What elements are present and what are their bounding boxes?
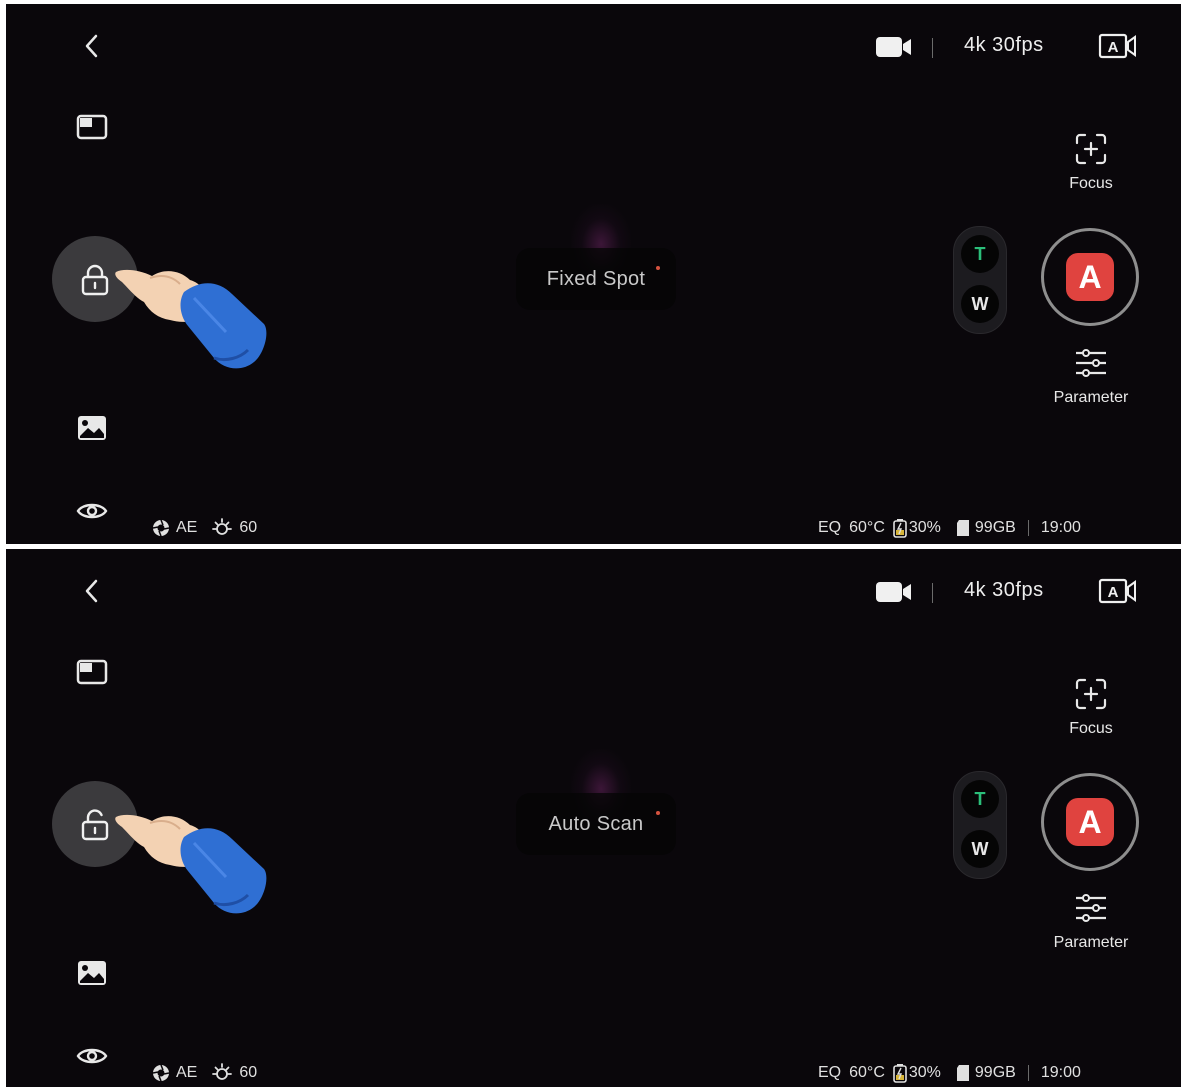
exposure-mode: AE bbox=[176, 519, 198, 536]
auto-video-mode-icon[interactable]: A bbox=[1098, 577, 1138, 605]
focus-button[interactable]: Focus bbox=[1056, 677, 1126, 747]
resolution-label[interactable]: 4k 30fps bbox=[964, 579, 1044, 602]
mode-label: Auto Scan bbox=[548, 812, 644, 835]
auto-video-mode-icon[interactable]: A bbox=[1098, 32, 1138, 60]
resolution-label[interactable]: 4k 30fps bbox=[964, 34, 1044, 57]
brightness-value: 60 bbox=[239, 1064, 258, 1081]
sd-card-icon bbox=[956, 520, 969, 536]
focus-icon bbox=[1075, 133, 1107, 165]
aperture-icon bbox=[152, 1064, 170, 1082]
shutter-button[interactable]: A bbox=[1041, 228, 1139, 326]
parameter-icon bbox=[1076, 349, 1106, 377]
eye-icon[interactable] bbox=[75, 1043, 109, 1069]
status-right: EQ 60°C 30% 99GB 19:00 bbox=[818, 518, 1081, 538]
eq-label: EQ bbox=[818, 1064, 842, 1081]
camera-screen-locked: 4k 30fps A Fixed Spot Focus T W A Parame… bbox=[6, 4, 1181, 544]
layout-icon[interactable] bbox=[76, 659, 108, 687]
lock-icon bbox=[81, 264, 109, 296]
camera-screen-unlocked: 4k 30fps A Auto Scan Focus T W A Paramet… bbox=[6, 549, 1181, 1087]
battery-icon bbox=[893, 1064, 907, 1083]
zoom-control[interactable]: T W bbox=[953, 226, 1007, 334]
eq-label: EQ bbox=[818, 519, 842, 536]
pointing-hand-illustration bbox=[114, 258, 274, 378]
brightness-icon bbox=[212, 518, 233, 535]
top-bar-divider bbox=[932, 583, 933, 603]
clock-time: 19:00 bbox=[1040, 1064, 1081, 1081]
gallery-icon[interactable] bbox=[76, 959, 108, 987]
mode-indicator-dot bbox=[656, 266, 660, 270]
temperature-value: 60°C bbox=[849, 1064, 885, 1081]
shutter-mode-label: A bbox=[1066, 798, 1114, 846]
parameter-icon bbox=[1076, 894, 1106, 922]
focus-icon bbox=[1075, 678, 1107, 710]
back-icon[interactable] bbox=[78, 30, 106, 62]
back-icon[interactable] bbox=[78, 575, 106, 607]
temperature-value: 60°C bbox=[849, 519, 885, 536]
svg-text:A: A bbox=[1108, 39, 1119, 56]
mode-pill[interactable]: Auto Scan bbox=[516, 793, 676, 855]
storage-value: 99GB bbox=[974, 1064, 1016, 1081]
brightness-icon bbox=[212, 1063, 233, 1080]
status-left: AE 60 bbox=[152, 518, 257, 538]
focus-label: Focus bbox=[1069, 720, 1113, 737]
shutter-mode-label: A bbox=[1066, 253, 1114, 301]
status-right: EQ 60°C 30% 99GB 19:00 bbox=[818, 1063, 1081, 1083]
zoom-control[interactable]: T W bbox=[953, 771, 1007, 879]
battery-icon bbox=[893, 519, 907, 538]
parameter-button[interactable]: Parameter bbox=[1036, 348, 1146, 407]
svg-text:A: A bbox=[1108, 584, 1119, 601]
zoom-wide-button[interactable]: W bbox=[961, 830, 999, 868]
status-left: AE 60 bbox=[152, 1063, 257, 1083]
clock-time: 19:00 bbox=[1040, 519, 1081, 536]
focus-button[interactable]: Focus bbox=[1056, 132, 1126, 202]
mode-pill[interactable]: Fixed Spot bbox=[516, 248, 676, 310]
video-camera-icon[interactable] bbox=[874, 34, 914, 60]
gallery-icon[interactable] bbox=[76, 414, 108, 442]
sd-card-icon bbox=[956, 1065, 969, 1081]
shutter-button[interactable]: A bbox=[1041, 773, 1139, 871]
status-divider bbox=[1027, 520, 1029, 536]
storage-value: 99GB bbox=[974, 519, 1016, 536]
battery-value: 30% bbox=[908, 1064, 941, 1081]
status-divider bbox=[1027, 1065, 1029, 1081]
mode-label: Fixed Spot bbox=[546, 267, 646, 290]
unlock-icon bbox=[81, 809, 109, 841]
zoom-tele-button[interactable]: T bbox=[961, 235, 999, 273]
parameter-label: Parameter bbox=[1053, 934, 1129, 951]
eye-icon[interactable] bbox=[75, 498, 109, 524]
pointing-hand-illustration bbox=[114, 803, 274, 923]
aperture-icon bbox=[152, 519, 170, 537]
brightness-value: 60 bbox=[239, 519, 258, 536]
video-camera-icon[interactable] bbox=[874, 579, 914, 605]
zoom-tele-button[interactable]: T bbox=[961, 780, 999, 818]
mode-indicator-dot bbox=[656, 811, 660, 815]
layout-icon[interactable] bbox=[76, 114, 108, 142]
exposure-mode: AE bbox=[176, 1064, 198, 1081]
parameter-label: Parameter bbox=[1053, 389, 1129, 406]
battery-value: 30% bbox=[908, 519, 941, 536]
focus-label: Focus bbox=[1069, 175, 1113, 192]
zoom-wide-button[interactable]: W bbox=[961, 285, 999, 323]
parameter-button[interactable]: Parameter bbox=[1036, 893, 1146, 952]
top-bar-divider bbox=[932, 38, 933, 58]
